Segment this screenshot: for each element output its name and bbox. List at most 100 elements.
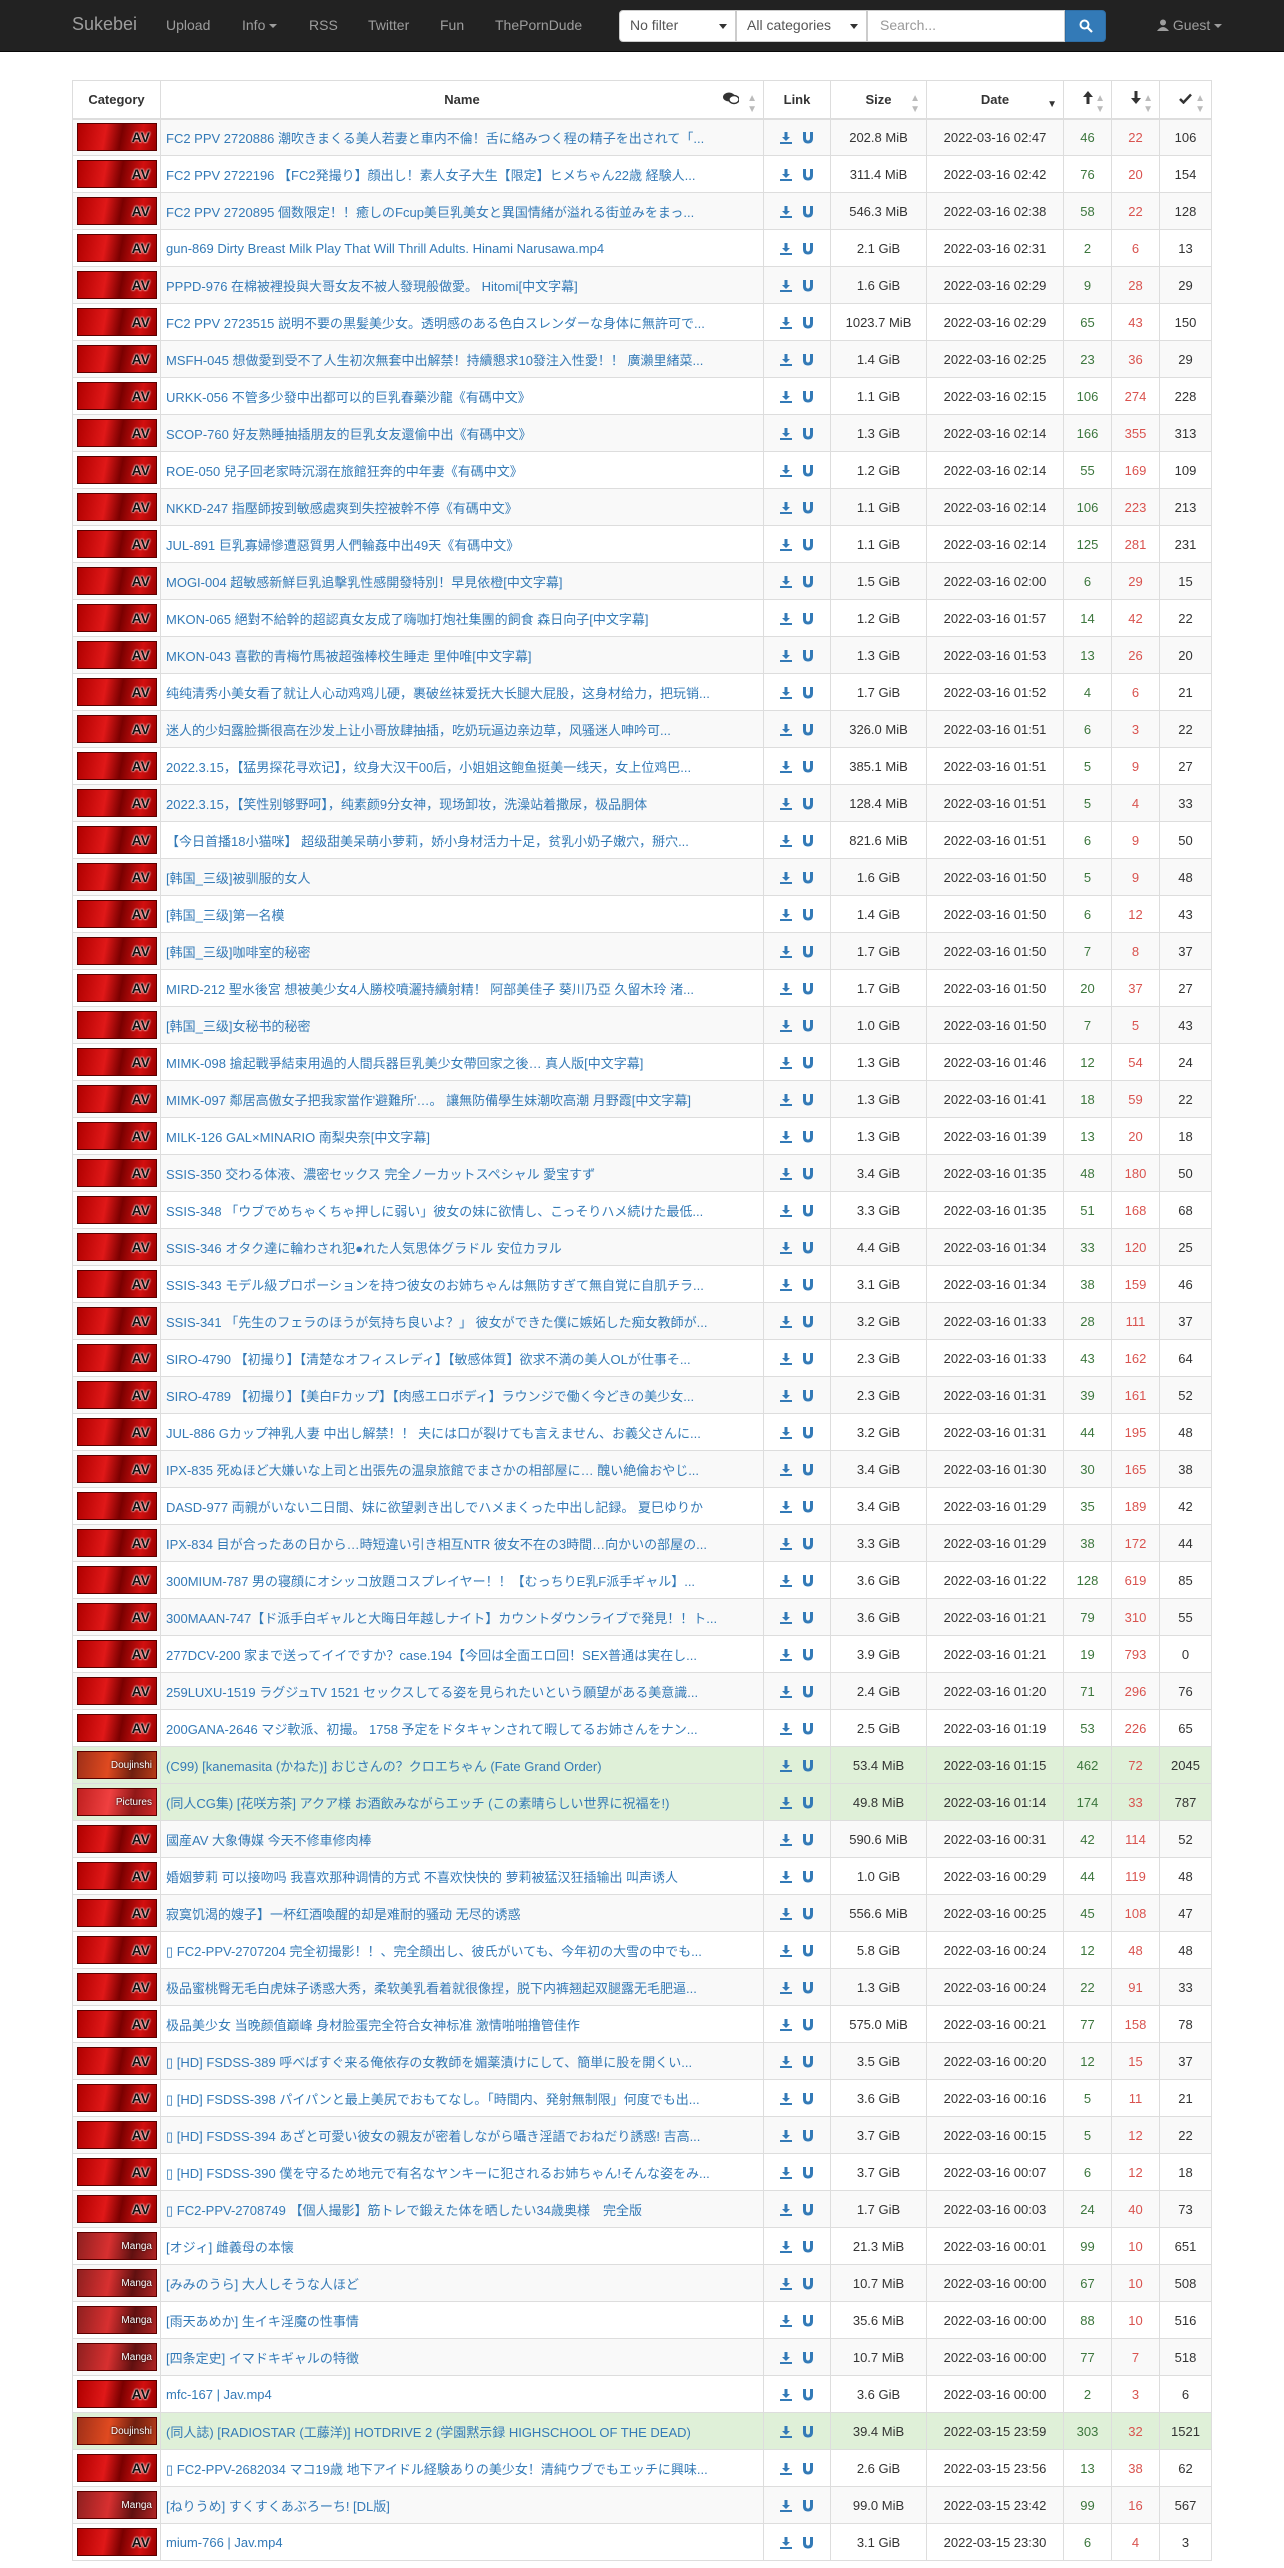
category-badge[interactable]: AV bbox=[77, 271, 157, 299]
torrent-name-link[interactable]: PPPD-976 在棉被裡投與大哥女友不被人發現般做愛。 Hitomi[中文字幕… bbox=[166, 276, 758, 295]
torrent-name-link[interactable]: MSFH-045 想做愛到受不了人生初次無套中出解禁！持續懇求10發注入性愛！！… bbox=[166, 350, 758, 369]
category-badge[interactable]: AV bbox=[77, 2158, 157, 2186]
category-badge[interactable]: AV bbox=[77, 715, 157, 743]
download-icon[interactable] bbox=[780, 2315, 792, 2328]
download-icon[interactable] bbox=[780, 1501, 792, 1514]
category-badge[interactable]: Manga bbox=[77, 2269, 157, 2297]
torrent-name-link[interactable]: [四条定史] イマドキギャルの特徴 bbox=[166, 2348, 758, 2367]
download-icon[interactable] bbox=[780, 1760, 792, 1773]
torrent-name-link[interactable]: IPX-834 目が合ったあの日から…時短違い引き相互NTR 彼女不在の3時間…… bbox=[166, 1534, 758, 1553]
download-icon[interactable] bbox=[780, 687, 792, 700]
magnet-icon[interactable] bbox=[802, 2204, 814, 2216]
download-icon[interactable] bbox=[780, 798, 792, 811]
download-icon[interactable] bbox=[780, 206, 792, 219]
category-badge[interactable]: AV bbox=[77, 197, 157, 225]
download-icon[interactable] bbox=[780, 1205, 792, 1218]
torrent-name-link[interactable]: 277DCV-200 家まで送ってイイですか？case.194【今回は全面エロ回… bbox=[166, 1645, 758, 1664]
header-date[interactable]: Date ▼ bbox=[926, 80, 1064, 120]
torrent-name-link[interactable]: FC2 PPV 2723515 説明不要の黒髪美少女。透明感のある色白スレンダー… bbox=[166, 313, 758, 332]
category-badge[interactable]: Manga bbox=[77, 2491, 157, 2519]
torrent-name-link[interactable]: 寂寞饥渴的嫂子】一杯红酒喚醒的却是难耐的骚动 无尽的诱惑 bbox=[166, 1904, 758, 1923]
nav-upload[interactable]: Upload bbox=[166, 17, 210, 33]
torrent-name-link[interactable]: MIRD-212 聖水後宮 想被美少女4人勝校噴灑持續射精！ 阿部美佳子 葵川乃… bbox=[166, 979, 758, 998]
category-badge[interactable]: AV bbox=[77, 345, 157, 373]
torrent-name-link[interactable]: SSIS-350 交わる体液、濃密セックス 完全ノーカットスペシャル 愛宝すず bbox=[166, 1164, 758, 1183]
category-badge[interactable]: Manga bbox=[77, 2306, 157, 2334]
download-icon[interactable] bbox=[780, 1131, 792, 1144]
category-badge[interactable]: AV bbox=[77, 1603, 157, 1631]
category-badge[interactable]: Doujinshi bbox=[77, 2417, 157, 2445]
category-badge[interactable]: AV bbox=[77, 826, 157, 854]
torrent-name-link[interactable]: 200GANA-2646 マジ軟派、初撮。 1758 予定をドタキャンされて暇し… bbox=[166, 1719, 758, 1738]
category-badge[interactable]: AV bbox=[77, 1307, 157, 1335]
torrent-name-link[interactable]: [韩国_三级]女秘书的秘密 bbox=[166, 1016, 758, 1035]
torrent-name-link[interactable]: FC2 PPV 2722196 【FC2発撮り】顔出し！素人女子大生【限定】ヒメ… bbox=[166, 165, 758, 184]
download-icon[interactable] bbox=[780, 909, 792, 922]
download-icon[interactable] bbox=[780, 1538, 792, 1551]
category-badge[interactable]: Manga bbox=[77, 2232, 157, 2260]
category-badge[interactable]: AV bbox=[77, 1492, 157, 1520]
category-badge[interactable]: AV bbox=[77, 530, 157, 558]
torrent-name-link[interactable]: FC2 PPV 2720886 潮吹きまくる美人若妻と車内不倫！舌に絡みつく程の… bbox=[166, 128, 758, 147]
torrent-name-link[interactable]: [韩国_三级]咖啡室的秘密 bbox=[166, 942, 758, 961]
category-badge[interactable]: AV bbox=[77, 752, 157, 780]
magnet-icon[interactable] bbox=[802, 1612, 814, 1624]
nav-info[interactable]: Info bbox=[242, 17, 278, 33]
magnet-icon[interactable] bbox=[802, 2278, 814, 2290]
torrent-name-link[interactable]: SSIS-346 オタク達に輪わされ犯●れた人気思体グラドル 安位カヲル bbox=[166, 1238, 758, 1257]
magnet-icon[interactable] bbox=[802, 1834, 814, 1846]
torrent-name-link[interactable]: MIMK-098 搶起戰爭結束用過的人間兵器巨乳美少女帶回家之後… 真人版[中文… bbox=[166, 1053, 758, 1072]
download-icon[interactable] bbox=[780, 1316, 792, 1329]
sort-icon[interactable]: ▲ ▼ bbox=[747, 93, 757, 115]
header-leechers[interactable]: ▲ ▼ bbox=[1111, 80, 1160, 120]
magnet-icon[interactable] bbox=[802, 1390, 814, 1402]
torrent-name-link[interactable]: ▯ FC2-PPV-2708749 【個人撮影】筋トレで鍛えた体を晒したい34歳… bbox=[166, 2200, 758, 2219]
download-icon[interactable] bbox=[780, 1168, 792, 1181]
magnet-icon[interactable] bbox=[802, 576, 814, 588]
download-icon[interactable] bbox=[780, 761, 792, 774]
category-badge[interactable]: AV bbox=[77, 1048, 157, 1076]
category-badge[interactable]: AV bbox=[77, 641, 157, 669]
category-badge[interactable]: AV bbox=[77, 974, 157, 1002]
category-badge[interactable]: AV bbox=[77, 1381, 157, 1409]
category-badge[interactable]: AV bbox=[77, 1159, 157, 1187]
category-badge[interactable]: AV bbox=[77, 1455, 157, 1483]
torrent-name-link[interactable]: MIMK-097 鄰居高傲女子把我家當作'避難所'…。 讓無防備學生妹潮吹高潮 … bbox=[166, 1090, 758, 1109]
magnet-icon[interactable] bbox=[802, 280, 814, 292]
magnet-icon[interactable] bbox=[802, 724, 814, 736]
magnet-icon[interactable] bbox=[802, 2389, 814, 2401]
magnet-icon[interactable] bbox=[802, 169, 814, 181]
torrent-name-link[interactable]: [ねりうめ] すくすくあぶろーち! [DL版] bbox=[166, 2496, 758, 2515]
download-icon[interactable] bbox=[780, 2389, 792, 2402]
magnet-icon[interactable] bbox=[802, 1945, 814, 1957]
torrent-name-link[interactable]: SIRO-4789 【初撮り】【美白Fカップ】【肉感エロボディ】ラウンジで働く今… bbox=[166, 1386, 758, 1405]
download-icon[interactable] bbox=[780, 1353, 792, 1366]
guest-menu[interactable]: Guest bbox=[1157, 17, 1223, 33]
torrent-name-link[interactable]: (同人誌) [RADIOSTAR (工藤洋)] HOTDRIVE 2 (学園黙示… bbox=[166, 2422, 758, 2441]
download-icon[interactable] bbox=[780, 2130, 792, 2143]
nav-fun[interactable]: Fun bbox=[440, 17, 464, 33]
magnet-icon[interactable] bbox=[802, 132, 814, 144]
category-badge[interactable]: AV bbox=[77, 678, 157, 706]
download-icon[interactable] bbox=[780, 1020, 792, 1033]
magnet-icon[interactable] bbox=[802, 502, 814, 514]
category-badge[interactable]: AV bbox=[77, 937, 157, 965]
download-icon[interactable] bbox=[780, 354, 792, 367]
download-icon[interactable] bbox=[780, 465, 792, 478]
category-select[interactable]: All categories bbox=[736, 10, 867, 42]
torrent-name-link[interactable]: [韩国_三级]被驯服的女人 bbox=[166, 868, 758, 887]
category-badge[interactable]: AV bbox=[77, 308, 157, 336]
magnet-icon[interactable] bbox=[802, 872, 814, 884]
magnet-icon[interactable] bbox=[802, 2426, 814, 2438]
magnet-icon[interactable] bbox=[802, 909, 814, 921]
download-icon[interactable] bbox=[780, 835, 792, 848]
download-icon[interactable] bbox=[780, 2352, 792, 2365]
category-badge[interactable]: AV bbox=[77, 789, 157, 817]
download-icon[interactable] bbox=[780, 243, 792, 256]
magnet-icon[interactable] bbox=[802, 2093, 814, 2105]
download-icon[interactable] bbox=[780, 1575, 792, 1588]
magnet-icon[interactable] bbox=[802, 2315, 814, 2327]
category-badge[interactable]: AV bbox=[77, 1640, 157, 1668]
category-badge[interactable]: Pictures bbox=[77, 1788, 157, 1816]
search-input[interactable]: Search... bbox=[867, 10, 1065, 42]
